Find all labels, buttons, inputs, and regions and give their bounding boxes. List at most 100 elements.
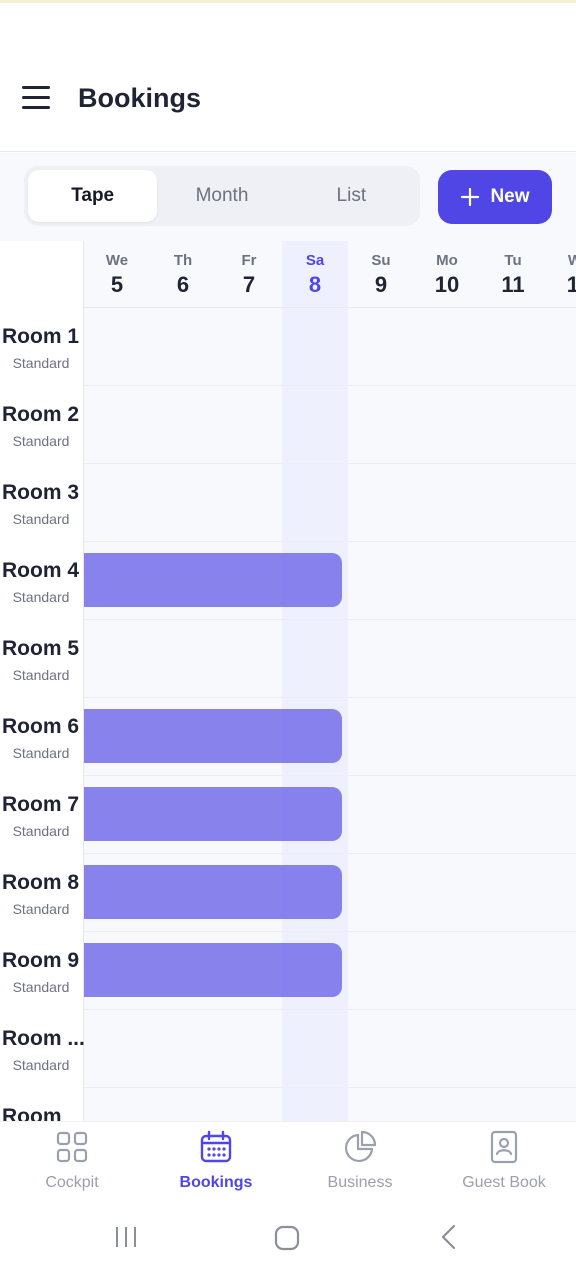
menu-button[interactable] bbox=[18, 79, 54, 115]
nav-label-business: Business bbox=[327, 1174, 393, 1191]
day-header[interactable]: Tu 11 bbox=[480, 241, 546, 307]
day-number: 12 bbox=[566, 272, 576, 297]
day-number: 8 bbox=[308, 272, 322, 297]
row-divider bbox=[0, 931, 576, 932]
room-type: Standard bbox=[12, 511, 70, 527]
nav-label-cockpit: Cockpit bbox=[45, 1174, 99, 1191]
system-navigation-bar bbox=[0, 1203, 576, 1280]
booking-bar[interactable] bbox=[84, 553, 342, 607]
room-row-label[interactable]: Room 5 Standard bbox=[0, 619, 84, 697]
row-divider bbox=[0, 775, 576, 776]
day-number: 11 bbox=[501, 272, 525, 297]
day-number: 5 bbox=[110, 272, 124, 297]
room-type: Standard bbox=[12, 355, 70, 371]
view-toolbar: Tape Month List New bbox=[0, 153, 576, 241]
view-switcher: Tape Month List bbox=[24, 166, 420, 226]
day-column-bg bbox=[546, 241, 576, 1121]
day-header[interactable]: Sa 8 bbox=[282, 241, 348, 307]
room-type: Standard bbox=[12, 823, 70, 839]
day-column-bg bbox=[414, 241, 480, 1121]
room-name: Room 3 bbox=[2, 481, 80, 504]
room-name: Room ... bbox=[2, 1027, 84, 1050]
pie-chart-icon bbox=[345, 1130, 377, 1162]
nav-item-cockpit[interactable]: Cockpit bbox=[0, 1122, 144, 1204]
row-divider bbox=[0, 463, 576, 464]
room-type: Standard bbox=[12, 667, 70, 683]
nav-item-guest-book[interactable]: Guest Book bbox=[432, 1122, 576, 1204]
row-divider bbox=[0, 853, 576, 854]
nav-item-business[interactable]: Business bbox=[288, 1122, 432, 1204]
row-divider bbox=[0, 697, 576, 698]
room-row-label[interactable]: Room 9 Standard bbox=[0, 931, 84, 1009]
room-name: Room 1 bbox=[2, 325, 80, 348]
booking-bar[interactable] bbox=[84, 709, 342, 763]
day-weekday: Sa bbox=[305, 252, 325, 269]
room-row-label[interactable]: Room ... Standard bbox=[0, 1009, 84, 1087]
grid-icon bbox=[56, 1131, 88, 1163]
room-type: Standard bbox=[12, 1057, 70, 1073]
header-divider bbox=[0, 307, 576, 308]
tab-list[interactable]: List bbox=[287, 170, 416, 222]
room-row-label[interactable]: Room 8 Standard bbox=[0, 853, 84, 931]
room-type: Standard bbox=[12, 901, 70, 917]
room-name: Room 5 bbox=[2, 637, 80, 660]
room-row-label[interactable]: Room 6 Standard bbox=[0, 697, 84, 775]
hamburger-icon-bar bbox=[22, 105, 50, 109]
nav-label-bookings: Bookings bbox=[179, 1174, 253, 1191]
nav-item-bookings[interactable]: Bookings bbox=[144, 1122, 288, 1204]
room-name: Room 2 bbox=[2, 403, 80, 426]
room-row-label[interactable]: Room 4 Standard bbox=[0, 541, 84, 619]
row-divider bbox=[0, 385, 576, 386]
plus-icon bbox=[461, 187, 480, 207]
booking-bar[interactable] bbox=[84, 787, 342, 841]
row-divider bbox=[0, 1009, 576, 1010]
room-name: Room 9 bbox=[2, 949, 80, 972]
room-name: Room 6 bbox=[2, 715, 80, 738]
day-column-bg bbox=[480, 241, 546, 1121]
app-header: Bookings bbox=[0, 3, 576, 152]
new-booking-button[interactable]: New bbox=[438, 170, 552, 224]
day-header[interactable]: Mo 10 bbox=[414, 241, 480, 307]
day-column-bg bbox=[348, 241, 414, 1121]
day-number: 7 bbox=[242, 272, 256, 297]
tab-tape[interactable]: Tape bbox=[28, 170, 158, 222]
day-header[interactable]: Su 9 bbox=[348, 241, 414, 307]
page-title: Bookings bbox=[78, 83, 202, 113]
tab-month[interactable]: Month bbox=[157, 170, 286, 222]
room-row-label[interactable]: Room 7 Standard bbox=[0, 775, 84, 853]
room-column: Room 1 Standard Room 2 Standard Room 3 Standa… bbox=[0, 241, 84, 1121]
room-type: Standard bbox=[12, 589, 70, 605]
booking-bar[interactable] bbox=[84, 943, 342, 997]
day-header[interactable]: We 5 bbox=[84, 241, 150, 307]
back-icon[interactable] bbox=[436, 1223, 462, 1251]
day-weekday: Tu bbox=[504, 252, 522, 269]
row-divider bbox=[0, 1087, 576, 1088]
room-row-label[interactable]: Room bbox=[0, 1087, 84, 1121]
day-header[interactable]: Fr 7 bbox=[216, 241, 282, 307]
nav-label-guest-book: Guest Book bbox=[462, 1174, 546, 1191]
booking-bar[interactable] bbox=[84, 865, 342, 919]
bottom-navigation: Cockpit Bookings Business Guest Book bbox=[0, 1121, 576, 1203]
day-number: 10 bbox=[434, 272, 460, 297]
room-row-label[interactable]: Room 1 Standard bbox=[0, 307, 84, 385]
day-header[interactable]: Th 6 bbox=[150, 241, 216, 307]
room-name: Room 8 bbox=[2, 871, 80, 894]
new-button-label: New bbox=[490, 186, 530, 207]
day-weekday: We bbox=[567, 252, 576, 269]
room-type: Standard bbox=[12, 433, 70, 449]
day-weekday: Su bbox=[371, 252, 391, 269]
day-number: 6 bbox=[176, 272, 190, 297]
contact-book-icon bbox=[490, 1130, 518, 1164]
day-number: 9 bbox=[374, 272, 388, 297]
day-header[interactable]: We 12 bbox=[546, 241, 576, 307]
day-weekday: Th bbox=[173, 252, 193, 269]
room-name: Room 7 bbox=[2, 793, 80, 816]
room-row-label[interactable]: Room 3 Standard bbox=[0, 463, 84, 541]
room-row-label[interactable]: Room 2 Standard bbox=[0, 385, 84, 463]
day-weekday: Mo bbox=[436, 252, 458, 269]
home-icon[interactable] bbox=[272, 1223, 302, 1253]
row-divider bbox=[0, 541, 576, 542]
room-name: Room bbox=[2, 1105, 62, 1121]
recent-apps-icon[interactable] bbox=[112, 1223, 140, 1251]
room-type: Standard bbox=[12, 979, 70, 995]
